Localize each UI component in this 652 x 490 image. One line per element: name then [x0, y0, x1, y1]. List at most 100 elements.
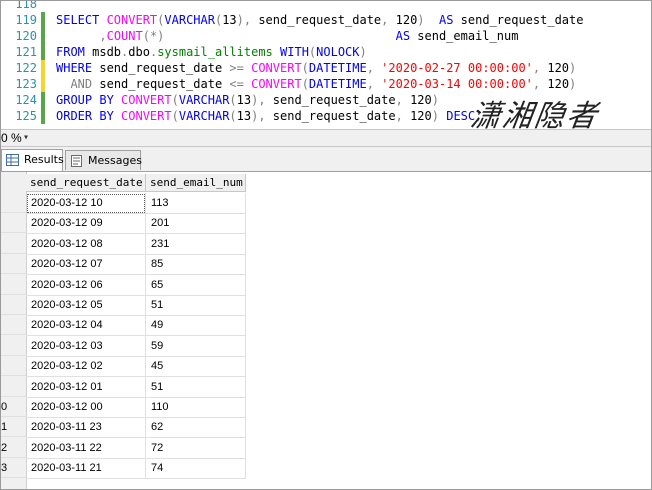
code-token: CONVERT [106, 13, 158, 27]
cell-send-email-num[interactable]: 51 [146, 295, 246, 316]
code-token: NOLOCK [316, 45, 360, 59]
tab-messages-label: Messages [88, 154, 142, 167]
code-line[interactable]: AND send_request_date <= CONVERT(DATETIM… [56, 76, 576, 92]
line-number: 125 [15, 109, 37, 123]
row-number[interactable] [1, 193, 26, 213]
cell-send-request-date[interactable]: 2020-03-12 01 [26, 376, 146, 398]
code-token: , [395, 93, 403, 107]
change-marker [41, 60, 45, 76]
code-token: <= [229, 77, 244, 91]
cell-send-request-date[interactable]: 2020-03-11 22 [26, 437, 146, 459]
code-token: '2020-03-14 00:00:00' [381, 77, 533, 91]
code-token: send_request_date [265, 109, 396, 123]
query-editor[interactable]: 118 119 120 121 122 123 124 125 SELECT CONVERT(… [1, 1, 651, 129]
zoom-level[interactable]: 0 % [1, 130, 22, 146]
code-token: (*) [142, 29, 165, 43]
cell-send-email-num[interactable]: 65 [146, 274, 246, 296]
cell-send-request-date[interactable]: 2020-03-12 00 [26, 397, 146, 418]
row-number[interactable] [1, 234, 26, 254]
code-token: ( [229, 109, 237, 123]
results-grid[interactable]: 0123 send_request_date send_email_num 20… [1, 172, 651, 489]
cell-send-email-num[interactable]: 49 [146, 315, 246, 337]
row-number[interactable]: 0 [1, 397, 26, 417]
column-header-send-request-date[interactable]: send_request_date [26, 174, 146, 192]
zoom-dropdown-icon[interactable]: ▾ [23, 130, 29, 146]
column-header-send-email-num[interactable]: send_email_num [146, 174, 246, 192]
code-line[interactable]: SELECT CONVERT(VARCHAR(13), send_request… [56, 12, 583, 28]
cell-send-request-date[interactable]: 2020-03-11 23 [26, 417, 146, 439]
row-number[interactable]: 1 [1, 417, 26, 438]
zoom-bar: 0 % ▾ [1, 129, 651, 147]
change-marker [41, 108, 45, 124]
cell-send-email-num[interactable]: 72 [146, 437, 246, 459]
row-number[interactable]: 2 [1, 438, 26, 458]
line-number: 123 [15, 77, 37, 91]
line-number: 124 [15, 93, 37, 107]
change-marker [41, 44, 45, 60]
code-token: 120 [402, 93, 432, 107]
cell-send-request-date[interactable]: 2020-03-12 02 [26, 356, 146, 378]
change-marker [41, 28, 45, 44]
cell-send-email-num[interactable]: 85 [146, 254, 246, 276]
cell-send-email-num[interactable]: 74 [146, 458, 246, 480]
code-token: >= [229, 61, 244, 75]
cell-send-request-date[interactable]: 2020-03-12 04 [26, 315, 146, 337]
code-line[interactable]: FROM msdb.dbo.sysmail_allitems WITH(NOLO… [56, 44, 367, 60]
cell-send-request-date[interactable]: 2020-03-12 07 [26, 254, 146, 276]
cell-send-email-num[interactable]: 201 [146, 213, 246, 235]
code-token: CONVERT [121, 93, 172, 107]
cell-send-email-num[interactable]: 231 [146, 233, 246, 255]
cell-send-request-date[interactable]: 2020-03-12 06 [26, 274, 146, 296]
cell-send-email-num[interactable]: 51 [146, 376, 246, 398]
tab-results[interactable]: Results [1, 149, 64, 171]
code-token: , [366, 77, 374, 91]
code-token: ), [236, 13, 252, 27]
row-number[interactable] [1, 356, 26, 377]
line-number: 118 [15, 1, 37, 11]
code-token: , [366, 61, 374, 75]
cell-send-request-date[interactable]: 2020-03-12 05 [26, 295, 146, 316]
code-token: VARCHAR [164, 13, 215, 27]
code-token: ) [569, 77, 577, 91]
code-token: DATETIME [308, 61, 367, 75]
code-token: 13 [222, 13, 237, 27]
cell-send-email-num[interactable]: 110 [146, 397, 246, 418]
line-number-gutter: 118 119 120 121 122 123 124 125 [1, 1, 37, 129]
code-token: sysmail_allitems [157, 45, 273, 59]
cell-send-request-date[interactable]: 2020-03-12 03 [26, 335, 146, 357]
code-token: 13 [236, 93, 252, 107]
line-number: 122 [15, 61, 37, 75]
cell-send-request-date[interactable]: 2020-03-12 10 [26, 193, 146, 214]
cell-send-request-date[interactable]: 2020-03-12 08 [26, 233, 146, 255]
row-number[interactable] [1, 336, 26, 356]
watermark-text: 潇湘隐者 [468, 99, 601, 129]
code-token: VARCHAR [178, 93, 230, 107]
code-token: 120 [540, 77, 570, 91]
row-number[interactable] [1, 295, 26, 315]
row-number[interactable] [1, 377, 26, 397]
messages-icon [71, 155, 82, 167]
row-number[interactable] [1, 315, 26, 336]
row-number[interactable]: 3 [1, 458, 26, 479]
row-number[interactable] [1, 254, 26, 275]
cell-send-email-num[interactable]: 113 [146, 193, 246, 214]
code-line[interactable]: GROUP BY CONVERT(VARCHAR(13), send_reque… [56, 92, 439, 108]
cell-send-request-date[interactable]: 2020-03-11 21 [26, 458, 146, 480]
tab-results-label: Results [24, 153, 64, 166]
code-token: send_request_date [265, 93, 396, 107]
code-line[interactable]: ,COUNT(*) AS send_email_num [56, 28, 518, 44]
cell-send-email-num[interactable]: 45 [146, 356, 246, 378]
code-line[interactable]: ORDER BY CONVERT(VARCHAR(13), send_reque… [56, 108, 482, 124]
code-token: AND [70, 77, 93, 91]
code-token: CONVERT [121, 109, 172, 123]
row-number[interactable] [1, 275, 26, 295]
row-number[interactable] [1, 213, 26, 234]
tab-messages[interactable]: Messages [65, 150, 142, 170]
code-token: send_request_date [99, 61, 230, 75]
cell-send-email-num[interactable]: 62 [146, 417, 246, 439]
cell-send-request-date[interactable]: 2020-03-12 09 [26, 213, 146, 235]
cell-send-email-num[interactable]: 59 [146, 335, 246, 357]
code-token: 120 [540, 61, 570, 75]
code-line[interactable]: WHERE send_request_date >= CONVERT(DATET… [56, 60, 576, 76]
